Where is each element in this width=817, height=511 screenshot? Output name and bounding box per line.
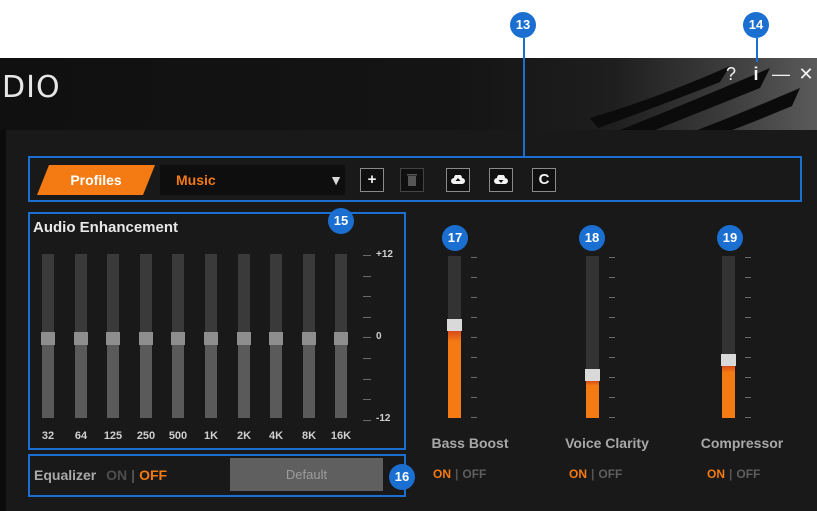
close-button[interactable]: ✕ [797, 64, 815, 84]
meter-tick [745, 377, 751, 378]
callout-14: 14 [743, 12, 769, 38]
meter-tick [745, 417, 751, 418]
meter-tick [471, 397, 477, 398]
meter-tick [609, 357, 615, 358]
meter-tick [471, 417, 477, 418]
meter-knob[interactable] [447, 319, 462, 331]
callout-13-line [523, 38, 525, 156]
voice-clarity-on[interactable]: ON [569, 467, 587, 481]
meter-tick [745, 277, 751, 278]
callout-17: 17 [442, 225, 468, 251]
meter-tick [745, 397, 751, 398]
app-title: DIO [2, 70, 61, 105]
callout-13: 13 [510, 12, 536, 38]
callout-16: 16 [389, 464, 415, 490]
meter-tick [609, 297, 615, 298]
meter-tick [609, 337, 615, 338]
meter-tick [471, 297, 477, 298]
title-bar: DIO ? i — ✕ [0, 58, 817, 130]
meter-tick [471, 277, 477, 278]
compressor-label: Compressor [700, 435, 784, 451]
profiles-highlight-box [28, 156, 802, 202]
meter-tick [745, 357, 751, 358]
meter-compressor[interactable] [721, 256, 736, 418]
meter-tick [745, 337, 751, 338]
equalizer-highlight-box [28, 454, 406, 497]
meter-tick [471, 377, 477, 378]
meter-tick [609, 317, 615, 318]
meter-tick [745, 297, 751, 298]
meter-knob[interactable] [721, 354, 736, 366]
voice-clarity-off[interactable]: OFF [598, 467, 622, 481]
callout-19: 19 [717, 225, 743, 251]
bass-boost-on[interactable]: ON [433, 467, 451, 481]
callout-14-line [756, 38, 758, 62]
meter-knob[interactable] [585, 369, 600, 381]
help-button[interactable]: ? [722, 64, 740, 84]
voice-clarity-label: Voice Clarity [565, 435, 649, 451]
compressor-off[interactable]: OFF [736, 467, 760, 481]
meter-tick [609, 417, 615, 418]
meter-tick [745, 317, 751, 318]
minimize-button[interactable]: — [772, 64, 790, 84]
callout-15: 15 [328, 208, 354, 234]
compressor-toggle: ON | OFF [707, 467, 761, 481]
meter-tick [609, 257, 615, 258]
meter-voice-clarity[interactable] [585, 256, 600, 418]
meter-tick [471, 337, 477, 338]
meter-tick [609, 377, 615, 378]
voice-clarity-toggle: ON | OFF [569, 467, 623, 481]
callout-18: 18 [579, 225, 605, 251]
meter-bass-boost[interactable] [447, 256, 462, 418]
compressor-on[interactable]: ON [707, 467, 725, 481]
bass-boost-off[interactable]: OFF [462, 467, 486, 481]
meter-fill [448, 331, 461, 418]
meter-fill [586, 381, 599, 418]
meter-tick [471, 357, 477, 358]
meter-tick [609, 397, 615, 398]
audio-enhancement-highlight-box [28, 212, 406, 450]
meter-tick [471, 257, 477, 258]
meter-tick [745, 257, 751, 258]
bass-boost-toggle: ON | OFF [433, 467, 487, 481]
meter-fill [722, 366, 735, 418]
meter-tick [609, 277, 615, 278]
meter-tick [471, 317, 477, 318]
bass-boost-label: Bass Boost [431, 435, 509, 451]
left-border [0, 130, 6, 511]
info-button[interactable]: i [747, 64, 765, 84]
